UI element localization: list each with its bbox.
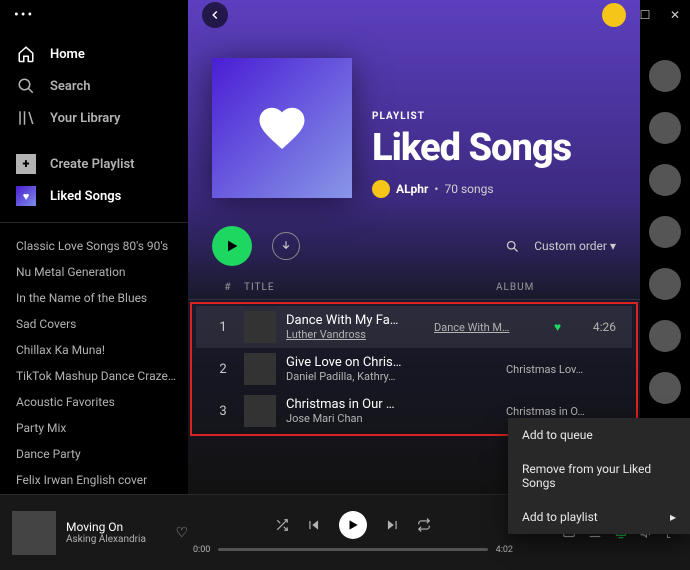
- sidebar: Home Search Your Library + Create Playli…: [0, 30, 188, 494]
- track-duration: 4:26: [580, 320, 616, 334]
- position-time: 0:00: [193, 545, 210, 555]
- col-index: #: [212, 282, 244, 293]
- playlist-kind-label: PLAYLIST: [372, 111, 571, 122]
- search-tracks-icon[interactable]: [505, 239, 520, 254]
- library-icon: [16, 108, 36, 128]
- now-playing-title[interactable]: Moving On: [66, 520, 146, 534]
- ctx-add-to-queue[interactable]: Add to queue: [508, 418, 690, 452]
- like-button[interactable]: ♡: [175, 525, 188, 541]
- track-art: [244, 395, 276, 427]
- playlist-item[interactable]: Party Mix: [0, 415, 188, 441]
- track-artist[interactable]: Jose Mari Chan: [286, 412, 496, 425]
- playlist-item[interactable]: Acoustic Favorites: [0, 389, 188, 415]
- now-playing-artist[interactable]: Asking Alexandria: [66, 534, 146, 545]
- playlist-list: Classic Love Songs 80's 90's Nu Metal Ge…: [0, 222, 188, 494]
- friend-avatar[interactable]: [649, 268, 681, 300]
- track-row[interactable]: 2 Give Love on Chris… Daniel Padilla, Ka…: [196, 348, 632, 390]
- friend-avatar[interactable]: [649, 372, 681, 404]
- download-button[interactable]: [272, 232, 300, 260]
- ctx-add-to-playlist[interactable]: Add to playlist ▸: [508, 500, 690, 534]
- chevron-right-icon: ▸: [670, 510, 676, 524]
- playlist-item[interactable]: TikTok Mashup Dance Craze…: [0, 363, 188, 389]
- repeat-button[interactable]: [417, 518, 431, 532]
- track-art: [244, 353, 276, 385]
- ctx-remove-liked[interactable]: Remove from your Liked Songs: [508, 452, 690, 500]
- playlist-item[interactable]: Classic Love Songs 80's 90's: [0, 233, 188, 259]
- play-pause-button[interactable]: [339, 511, 367, 539]
- playlist-item[interactable]: Nu Metal Generation: [0, 259, 188, 285]
- user-avatar[interactable]: [602, 3, 626, 27]
- track-title: Give Love on Chris…: [286, 355, 496, 370]
- track-header: # TITLE ALBUM: [188, 276, 640, 300]
- friend-avatar[interactable]: [649, 320, 681, 352]
- song-count: 70 songs: [444, 182, 493, 196]
- nav-liked-songs[interactable]: ♥ Liked Songs: [0, 180, 188, 212]
- track-index: 2: [212, 362, 234, 377]
- liked-icon[interactable]: ♥: [554, 320, 570, 334]
- owner-avatar: [372, 180, 390, 198]
- heart-icon: ♥: [16, 186, 36, 206]
- now-playing-info: Moving On Asking Alexandria ♡: [12, 511, 188, 555]
- track-artist[interactable]: Luther Vandross: [286, 328, 424, 341]
- nav-create-playlist[interactable]: + Create Playlist: [0, 148, 188, 180]
- plus-icon: +: [16, 154, 36, 174]
- playlist-item[interactable]: Dance Party: [0, 441, 188, 467]
- nav-home-label: Home: [50, 47, 85, 62]
- nav-search[interactable]: Search: [0, 70, 188, 102]
- duration-time: 4:02: [496, 545, 513, 555]
- previous-button[interactable]: [307, 518, 321, 532]
- chevron-down-icon: ▾: [610, 239, 616, 253]
- track-album[interactable]: Christmas in O…: [506, 405, 616, 418]
- next-button[interactable]: [385, 518, 399, 532]
- play-button[interactable]: [212, 226, 252, 266]
- now-playing-cover[interactable]: [12, 511, 56, 555]
- progress-bar[interactable]: [218, 548, 487, 551]
- close-button[interactable]: ✕: [660, 0, 690, 30]
- track-row[interactable]: 1 Dance With My Fa… Luther Vandross Danc…: [196, 306, 632, 348]
- app-menu-dots[interactable]: •••: [14, 7, 34, 23]
- shuffle-button[interactable]: [275, 518, 289, 532]
- friend-avatar[interactable]: [649, 164, 681, 196]
- track-album[interactable]: Dance With M…: [434, 321, 544, 334]
- playlist-info: PLAYLIST Liked Songs ALphr • 70 songs: [372, 111, 571, 198]
- player-center: 0:00 4:02: [188, 511, 518, 555]
- owner-name[interactable]: ALphr: [396, 182, 428, 196]
- track-title: Dance With My Fa…: [286, 313, 424, 328]
- playlist-item[interactable]: Chillax Ka Muna!: [0, 337, 188, 363]
- track-title: Christmas in Our …: [286, 397, 496, 412]
- nav-library-label: Your Library: [50, 111, 121, 126]
- friend-avatar[interactable]: [649, 112, 681, 144]
- friend-avatar[interactable]: [649, 60, 681, 92]
- playlist-item[interactable]: In the Name of the Blues: [0, 285, 188, 311]
- playlist-item[interactable]: Felix Irwan English cover: [0, 467, 188, 493]
- playlist-cover: [212, 58, 352, 198]
- nav-home[interactable]: Home: [0, 38, 188, 70]
- track-artist[interactable]: Daniel Padilla, Kathry…: [286, 370, 496, 383]
- track-art: [244, 311, 276, 343]
- friend-avatar[interactable]: [649, 216, 681, 248]
- playlist-title: Liked Songs: [372, 126, 571, 170]
- track-index: 1: [212, 320, 234, 335]
- back-button[interactable]: [202, 2, 228, 28]
- playlist-item[interactable]: Sad Covers: [0, 311, 188, 337]
- context-menu: Add to queue Remove from your Liked Song…: [508, 418, 690, 534]
- playlist-controls: Custom order ▾: [188, 216, 640, 276]
- home-icon: [16, 44, 36, 64]
- search-icon: [16, 76, 36, 96]
- sort-button[interactable]: Custom order ▾: [534, 239, 616, 253]
- nav-liked-label: Liked Songs: [50, 189, 121, 204]
- nav-library[interactable]: Your Library: [0, 102, 188, 134]
- track-album[interactable]: Christmas Lov…: [506, 363, 616, 376]
- nav-create-label: Create Playlist: [50, 157, 135, 172]
- col-album: ALBUM: [496, 282, 616, 293]
- nav-search-label: Search: [50, 79, 91, 94]
- playlist-hero: PLAYLIST Liked Songs ALphr • 70 songs: [188, 30, 640, 216]
- track-index: 3: [212, 404, 234, 419]
- main-topbar: [188, 0, 640, 30]
- col-title: TITLE: [244, 282, 496, 293]
